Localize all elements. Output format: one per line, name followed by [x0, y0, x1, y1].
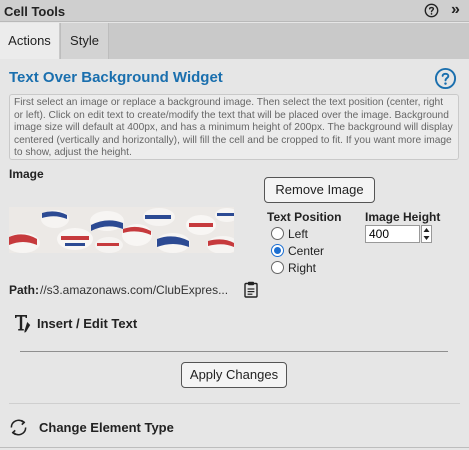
path-value: //s3.amazonaws.com/ClubExpres... [40, 283, 229, 297]
widget-description: First select an image or replace a backg… [9, 94, 459, 160]
divider [20, 351, 448, 352]
divider [9, 403, 460, 404]
image-height-label: Image Height [365, 210, 441, 224]
radio-right[interactable] [271, 261, 284, 274]
tab-bar: Actions Style [0, 23, 469, 59]
image-height-stepper[interactable] [421, 225, 432, 243]
text-position-left-option[interactable]: Left [271, 226, 308, 241]
background-image-preview [9, 207, 234, 253]
radio-center[interactable] [271, 244, 284, 257]
question-circle-icon[interactable] [424, 3, 439, 18]
apply-changes-button[interactable]: Apply Changes [181, 362, 287, 388]
radio-left-label: Left [288, 226, 309, 241]
radio-left[interactable] [271, 227, 284, 240]
text-edit-icon[interactable] [14, 313, 32, 334]
text-position-label: Text Position [267, 210, 342, 224]
clipboard-icon[interactable] [244, 281, 258, 298]
change-element-type-link[interactable]: Change Element Type [39, 420, 174, 435]
tab-actions[interactable]: Actions [0, 23, 59, 59]
remove-image-button[interactable]: Remove Image [264, 177, 375, 203]
radio-center-label: Center [288, 243, 325, 258]
path-label: Path: [9, 283, 39, 297]
panel-titlebar: Cell Tools » [0, 0, 469, 22]
image-height-input[interactable] [365, 225, 420, 243]
panel-title: Cell Tools [4, 4, 66, 19]
refresh-cycle-icon[interactable] [8, 417, 29, 438]
image-label: Image [9, 167, 44, 181]
text-position-center-option[interactable]: Center [271, 243, 324, 258]
insert-edit-text-link[interactable]: Insert / Edit Text [37, 316, 137, 331]
text-position-right-option[interactable]: Right [271, 260, 316, 275]
question-circle-icon[interactable] [434, 67, 457, 90]
collapse-panel-icon[interactable]: » [451, 1, 460, 19]
radio-right-label: Right [288, 260, 317, 275]
tab-style[interactable]: Style [60, 23, 109, 59]
panel-bottom-border [0, 447, 469, 448]
widget-heading: Text Over Background Widget [9, 69, 223, 86]
